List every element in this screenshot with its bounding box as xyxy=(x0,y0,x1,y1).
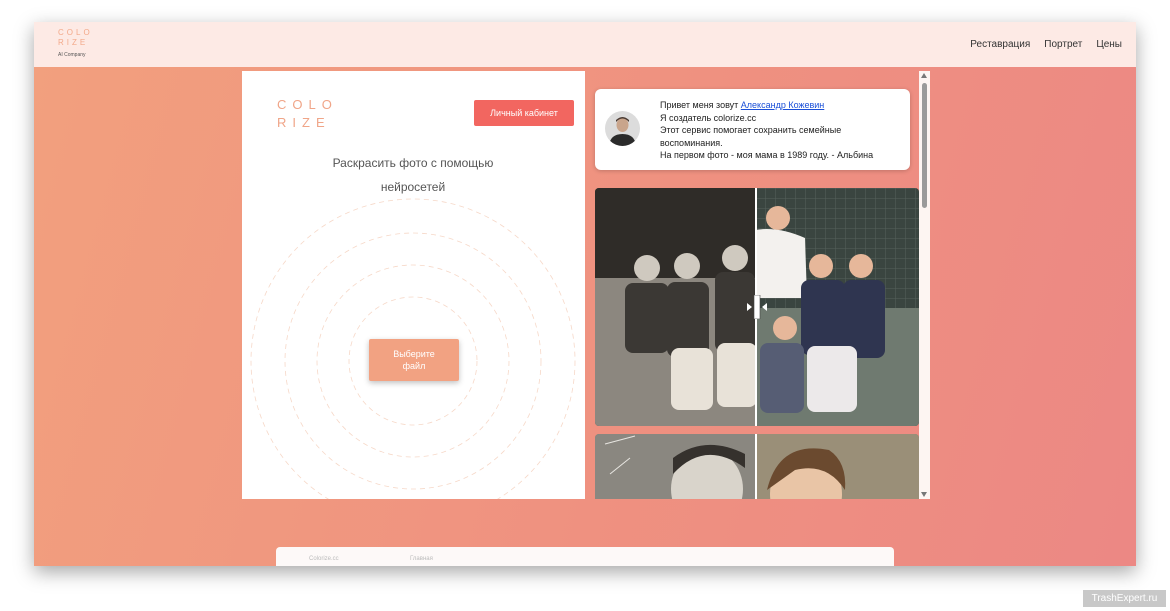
before-after-photo-1[interactable] xyxy=(595,188,919,426)
top-navbar: COLO RIZE AI Company Реставрация Портрет… xyxy=(34,22,1136,67)
avatar-icon xyxy=(605,111,640,146)
upload-panel: COLO RIZE Личный кабинет Раскрасить фото… xyxy=(242,71,585,499)
footer-home-link[interactable]: Главная xyxy=(410,556,433,562)
compare-handle-icon[interactable] xyxy=(746,295,768,319)
panel-logo: COLO RIZE xyxy=(277,97,338,130)
scroll-up-icon[interactable] xyxy=(921,73,927,78)
examples-feed[interactable]: Привет меня зовут Александр Кожевин Я со… xyxy=(587,71,930,499)
author-intro-text: Привет меня зовут Александр Кожевин Я со… xyxy=(660,100,874,160)
browser-viewport: COLO RIZE AI Company Реставрация Портрет… xyxy=(34,22,1136,566)
choose-file-button[interactable]: Выберите файл xyxy=(369,339,459,381)
author-link[interactable]: Александр Кожевин xyxy=(741,100,824,110)
scroll-down-icon[interactable] xyxy=(921,492,927,497)
brand-subtitle: AI Company xyxy=(58,52,86,58)
footer-brand[interactable]: Colorize.cc xyxy=(309,556,339,562)
page-headline: Раскрасить фото с помощью нейросетей xyxy=(332,156,494,194)
scroll-thumb[interactable] xyxy=(922,83,927,208)
footer-bar: Colorize.cc Главная xyxy=(276,547,894,566)
feed-scrollbar[interactable] xyxy=(919,71,930,499)
nav-link-prices[interactable]: Цены xyxy=(1096,39,1122,50)
nav-link-portrait[interactable]: Портрет xyxy=(1044,39,1082,50)
portrait-photo-image xyxy=(595,434,919,499)
author-intro-card: Привет меня зовут Александр Кожевин Я со… xyxy=(595,89,910,170)
main-nav: Реставрация Портрет Цены xyxy=(970,39,1122,50)
nav-link-restoration[interactable]: Реставрация xyxy=(970,39,1030,50)
before-after-photo-2[interactable] xyxy=(595,434,919,499)
brand-logo[interactable]: COLO RIZE AI Company xyxy=(58,28,93,60)
dropzone-rings-decoration xyxy=(250,198,576,499)
watermark: TrashExpert.ru xyxy=(1083,590,1166,607)
personal-account-button[interactable]: Личный кабинет xyxy=(474,100,574,126)
